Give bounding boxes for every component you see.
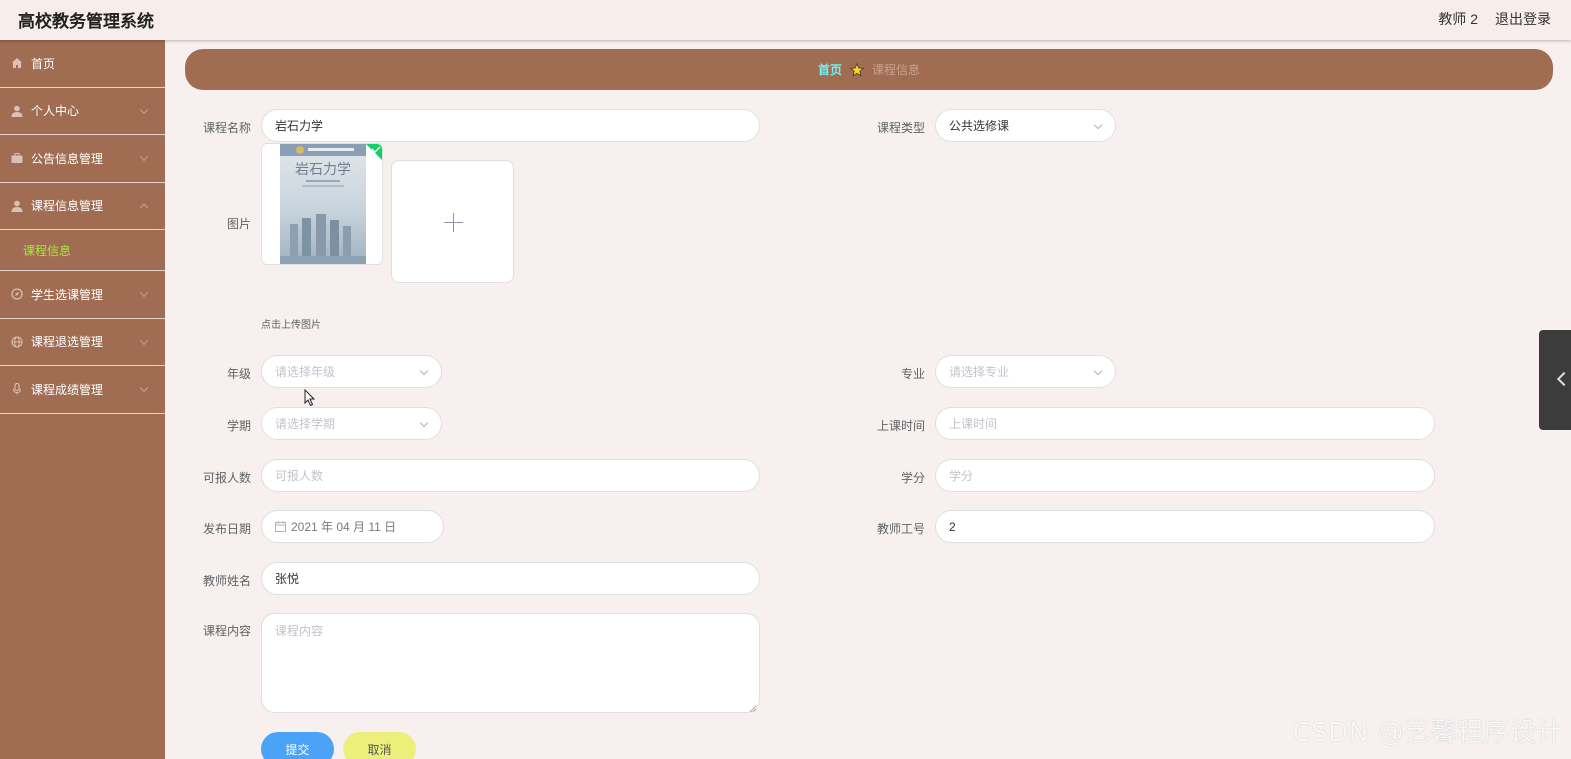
star-icon xyxy=(849,62,865,77)
sidebar-item-home[interactable]: 首页 xyxy=(0,40,165,88)
semester-placeholder: 请选择学期 xyxy=(275,417,336,431)
mic-icon xyxy=(10,382,24,396)
chevron-down-icon xyxy=(139,336,149,345)
image-label: 图片 xyxy=(226,217,251,231)
credit-input[interactable]: 学分 xyxy=(935,459,1435,492)
chevron-down-icon xyxy=(139,288,149,298)
credit-label: 学分 xyxy=(900,471,925,485)
watermark: CSDN @艺馨程序设计 xyxy=(1292,718,1563,748)
sidebar-item-label: 课程退选管理 xyxy=(31,335,104,350)
globe-icon xyxy=(10,335,24,349)
uploaded-image-thumbnail[interactable]: 岩石力学 xyxy=(261,143,383,265)
capacity-label: 可报人数 xyxy=(202,471,251,485)
sidebar-item-profile[interactable]: 个人中心 xyxy=(0,88,165,135)
briefcase-icon xyxy=(10,151,24,165)
sidebar-item-label: 课程信息管理 xyxy=(31,199,104,214)
teacher-name-input[interactable]: 张悦 xyxy=(261,562,760,595)
chevron-down-icon xyxy=(139,383,149,393)
grade-select[interactable]: 请选择年级 xyxy=(261,355,442,388)
teacher-name-label: 教师姓名 xyxy=(202,574,251,588)
sidebar-item-label: 个人中心 xyxy=(31,104,80,119)
upload-image-button[interactable] xyxy=(391,160,514,283)
app-title: 高校教务管理系统 xyxy=(18,12,154,31)
home-icon xyxy=(10,56,24,70)
calendar-icon xyxy=(275,521,286,532)
chevron-down-icon xyxy=(139,152,149,162)
breadcrumb: 首页 课程信息 xyxy=(185,49,1553,90)
sidebar-item-course-withdrawal[interactable]: 课程退选管理 xyxy=(0,319,165,366)
sidebar-item-course-grades[interactable]: 课程成绩管理 xyxy=(0,366,165,414)
book-cover-image: 岩石力学 xyxy=(262,144,382,264)
user-icon xyxy=(10,199,24,213)
book-cover-title: 岩石力学 xyxy=(295,162,351,178)
sidebar: 首页 个人中心 公告信息管理 课程信息管理 课程信息 学生选课管理 课程退选管理 xyxy=(0,40,165,759)
publish-date-value: 2021 年 04 月 11 日 xyxy=(291,520,397,534)
sidebar-item-course-info[interactable]: 课程信息管理 xyxy=(0,183,165,230)
chevron-down-icon xyxy=(1093,120,1103,130)
mouse-cursor-icon xyxy=(304,388,316,412)
sidebar-item-label: 课程成绩管理 xyxy=(31,382,104,397)
chevron-left-icon xyxy=(1556,371,1571,387)
grade-placeholder: 请选择年级 xyxy=(275,365,336,379)
semester-select[interactable]: 请选择学期 xyxy=(261,407,442,440)
course-type-select[interactable]: 公共选修课 xyxy=(935,109,1116,142)
course-type-value: 公共选修课 xyxy=(949,119,1010,133)
sidebar-item-label: 公告信息管理 xyxy=(31,151,104,166)
major-label: 专业 xyxy=(900,367,925,381)
logout-link[interactable]: 退出登录 xyxy=(1495,9,1551,29)
sidebar-item-label: 学生选课管理 xyxy=(31,287,104,302)
resize-handle-icon[interactable] xyxy=(749,702,757,713)
chevron-down-icon xyxy=(419,418,429,428)
semester-label: 学期 xyxy=(226,419,251,433)
chevron-down-icon xyxy=(139,105,149,114)
publish-date-picker[interactable]: 2021 年 04 月 11 日 xyxy=(261,510,444,543)
breadcrumb-current: 课程信息 xyxy=(872,63,921,77)
publish-date-label: 发布日期 xyxy=(202,522,251,536)
class-time-input[interactable]: 上课时间 xyxy=(935,407,1435,440)
user-icon xyxy=(10,104,24,118)
cancel-button[interactable]: 取消 xyxy=(343,732,416,759)
sidebar-item-label: 首页 xyxy=(31,56,56,71)
course-content-label: 课程内容 xyxy=(202,624,251,638)
sidebar-subitem-course-info[interactable]: 课程信息 xyxy=(0,230,165,271)
upload-tip: 点击上传图片 xyxy=(261,320,321,331)
breadcrumb-home[interactable]: 首页 xyxy=(818,61,842,78)
top-bar: 高校教务管理系统 教师 2 退出登录 xyxy=(0,0,1571,40)
grade-label: 年级 xyxy=(226,367,251,381)
course-content-placeholder: 课程内容 xyxy=(275,624,324,638)
plus-icon-stroke xyxy=(453,213,454,232)
chevron-down-icon xyxy=(1093,366,1103,376)
course-name-label: 课程名称 xyxy=(202,121,251,135)
teacher-id-label: 教师工号 xyxy=(876,522,925,536)
course-content-textarea[interactable]: 课程内容 xyxy=(261,613,760,713)
major-placeholder: 请选择专业 xyxy=(949,365,1010,379)
major-select[interactable]: 请选择专业 xyxy=(935,355,1116,388)
side-panel-toggle[interactable] xyxy=(1539,330,1571,430)
course-name-input[interactable]: 岩石力学 xyxy=(261,109,760,142)
current-user[interactable]: 教师 2 xyxy=(1438,9,1478,29)
capacity-input[interactable]: 可报人数 xyxy=(261,459,760,492)
compass-icon xyxy=(10,287,24,301)
class-time-label: 上课时间 xyxy=(876,419,925,433)
submit-button[interactable]: 提交 xyxy=(261,732,334,759)
sidebar-item-course-selection[interactable]: 学生选课管理 xyxy=(0,271,165,319)
chevron-down-icon xyxy=(419,366,429,376)
sidebar-item-notices[interactable]: 公告信息管理 xyxy=(0,135,165,183)
course-type-label: 课程类型 xyxy=(876,121,925,135)
chevron-up-icon xyxy=(139,203,149,212)
teacher-id-input[interactable]: 2 xyxy=(935,510,1435,543)
